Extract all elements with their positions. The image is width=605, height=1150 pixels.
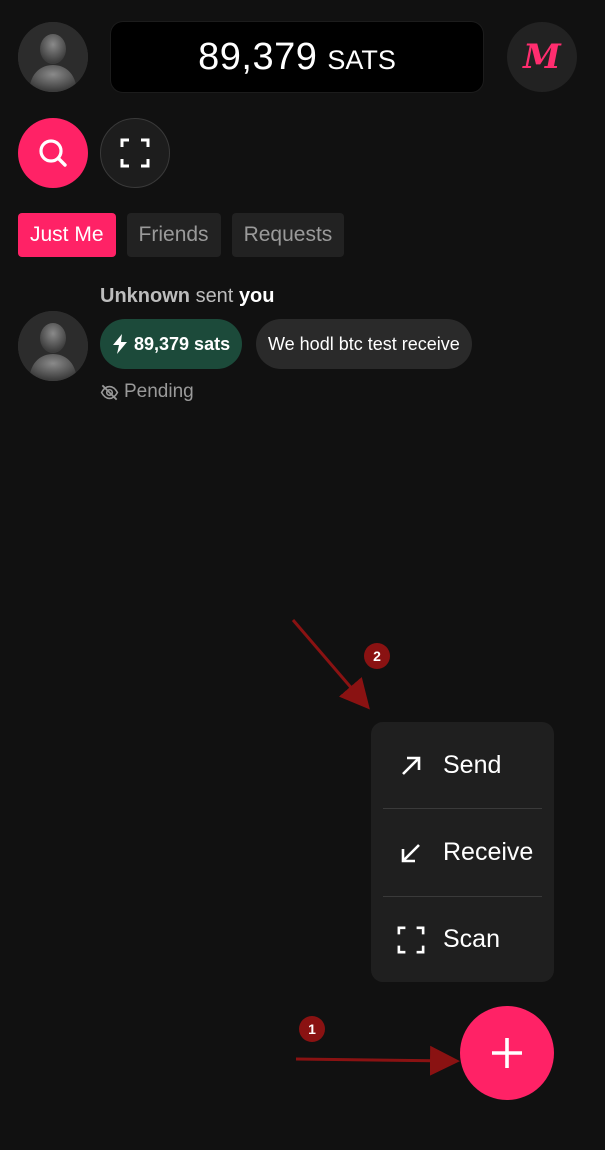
annotation-arrow-1 [295, 1045, 460, 1076]
annotation-badge-2: 2 [364, 643, 390, 669]
annotation-arrows [291, 619, 460, 1076]
wallet-screen: 89,379 SATS M Just Me Friends Requests U… [0, 0, 605, 1150]
annotation-arrow-2 [291, 619, 370, 710]
annotation-badge-1: 1 [299, 1016, 325, 1042]
